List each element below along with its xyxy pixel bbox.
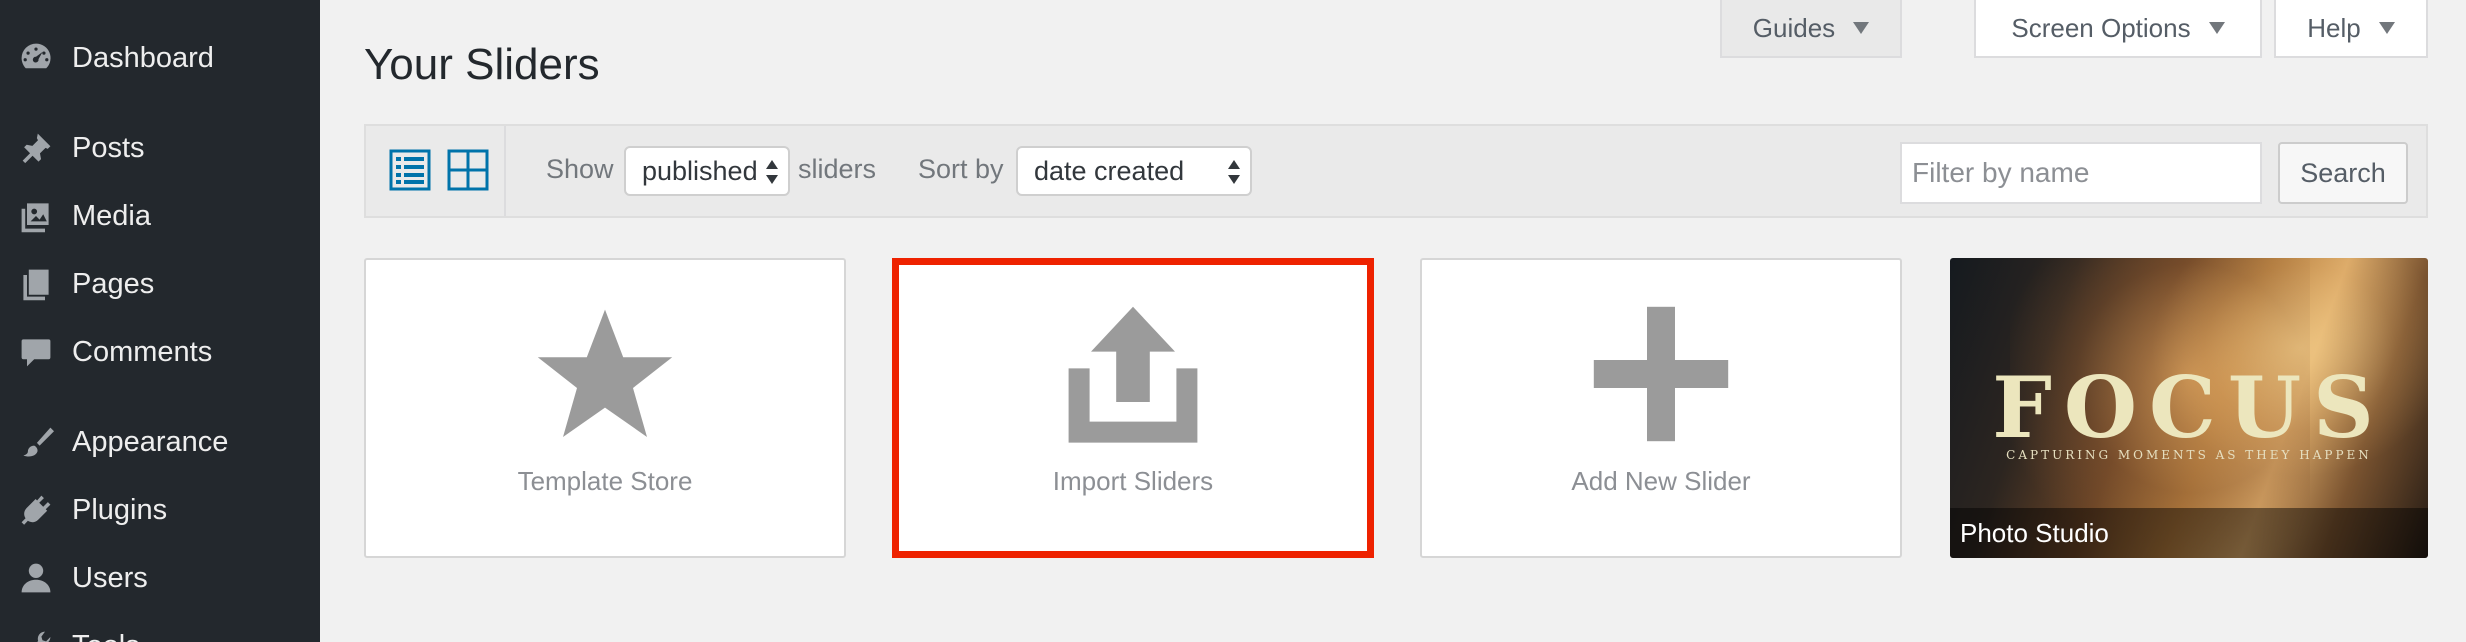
- thumbnail-title: FOCUS: [1992, 358, 2386, 457]
- sidebar-item-label: Appearance: [72, 425, 229, 458]
- select-arrows-icon: [1228, 160, 1240, 184]
- sidebar-item-label: Plugins: [72, 493, 168, 526]
- help-tab[interactable]: Help: [2274, 0, 2428, 58]
- select-arrows-icon: [766, 160, 778, 184]
- sort-select[interactable]: date created: [1016, 146, 1252, 196]
- sidebar-item-label: Media: [72, 199, 151, 232]
- wrench-icon: [0, 618, 72, 642]
- user-icon: [0, 550, 72, 606]
- caret-down-icon: [2378, 22, 2395, 34]
- sidebar-item-pages[interactable]: Pages: [0, 256, 320, 312]
- guides-tab[interactable]: Guides: [1720, 0, 1902, 58]
- sidebar-item-label: Posts: [72, 131, 145, 164]
- sidebar-item-users[interactable]: Users: [0, 550, 320, 606]
- thumbnail-tagline: CAPTURING MOMENTS AS THEY HAPPEN: [2006, 448, 2372, 462]
- upload-icon: [1063, 304, 1203, 444]
- slider-name-caption: Photo Studio: [1950, 508, 2428, 558]
- grid-view-icon: [447, 149, 489, 191]
- import-sliders-card[interactable]: Import Sliders: [892, 258, 1374, 558]
- guides-label: Guides: [1752, 12, 1836, 43]
- screen-options-tab[interactable]: Screen Options: [1974, 0, 2262, 58]
- filter-toolbar: Show published sliders Sort by date crea…: [364, 124, 2428, 218]
- show-label: Show: [546, 154, 614, 184]
- template-store-card[interactable]: Template Store: [364, 258, 846, 558]
- card-label: Add New Slider: [1571, 466, 1751, 496]
- card-label: Import Sliders: [1052, 466, 1214, 496]
- caret-down-icon: [2208, 22, 2225, 34]
- sidebar-item-appearance[interactable]: Appearance: [0, 414, 320, 470]
- admin-sidebar: Dashboard Posts Media Pages Comments App…: [0, 0, 320, 642]
- sidebar-item-label: Pages: [72, 267, 155, 300]
- sidebar-item-tools[interactable]: Tools: [0, 618, 320, 642]
- comment-icon: [0, 324, 72, 380]
- help-label: Help: [2307, 12, 2361, 43]
- view-switch: [366, 126, 506, 216]
- slider-thumbnail-card[interactable]: FOCUS CAPTURING MOMENTS AS THEY HAPPEN P…: [1950, 258, 2428, 558]
- media-icon: [0, 188, 72, 244]
- sidebar-item-posts[interactable]: Posts: [0, 120, 320, 176]
- sidebar-item-label: Tools: [72, 630, 140, 642]
- card-label: Template Store: [517, 466, 693, 496]
- screen-options-label: Screen Options: [2011, 12, 2191, 43]
- status-select-value: published: [642, 155, 758, 186]
- brush-icon: [0, 414, 72, 470]
- sidebar-item-media[interactable]: Media: [0, 188, 320, 244]
- sliders-label: sliders: [798, 154, 877, 184]
- sidebar-item-dashboard[interactable]: Dashboard: [0, 30, 320, 86]
- sort-by-label: Sort by: [918, 154, 1004, 184]
- sidebar-item-label: Comments: [72, 335, 213, 368]
- sidebar-item-plugins[interactable]: Plugins: [0, 482, 320, 538]
- sort-select-value: date created: [1034, 155, 1185, 186]
- pin-icon: [0, 120, 72, 176]
- page-title: Your Sliders: [364, 40, 600, 89]
- sidebar-item-label: Dashboard: [72, 41, 214, 74]
- add-new-slider-card[interactable]: Add New Slider: [1420, 258, 1902, 558]
- dashboard-icon: [0, 30, 72, 86]
- star-icon: [535, 304, 675, 444]
- status-select[interactable]: published: [624, 146, 790, 196]
- list-view-icon: [389, 149, 431, 191]
- plus-icon: [1591, 304, 1731, 444]
- search-button[interactable]: Search: [2278, 142, 2408, 204]
- slider-name: Photo Studio: [1960, 517, 2109, 548]
- caret-down-icon: [1853, 22, 1870, 34]
- filter-by-name-input[interactable]: [1900, 142, 2262, 204]
- sidebar-item-comments[interactable]: Comments: [0, 324, 320, 380]
- pages-icon: [0, 256, 72, 312]
- grid-view-button[interactable]: [446, 148, 490, 192]
- sidebar-item-label: Users: [72, 561, 148, 594]
- plugin-icon: [0, 482, 72, 538]
- list-view-button[interactable]: [388, 148, 432, 192]
